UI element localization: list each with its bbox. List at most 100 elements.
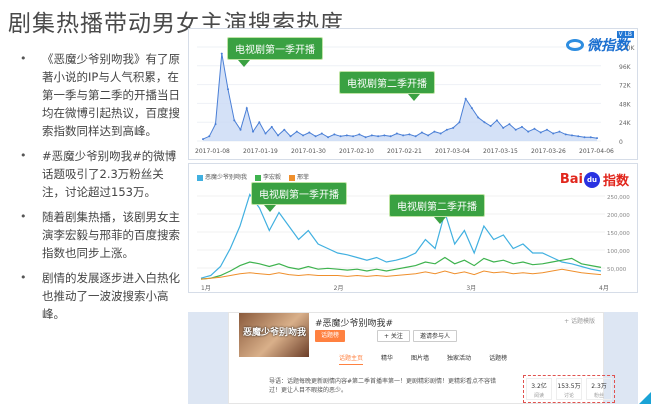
baidu-legend: 恶魔少爷别吻我 李宏毅 邢菲 [197, 172, 309, 181]
weibo-point [414, 135, 417, 138]
topic-stats: 3.2亿 阅读 153.5万 讨论 2.3万 粉丝 [523, 375, 615, 403]
callout-tail [434, 217, 446, 224]
weibo-point [258, 121, 261, 124]
weibo-index-panel: 120K 96K 72K 48K 24K 0 2017-01-08 2017-01-19 20… [188, 28, 638, 160]
weibo-point [477, 116, 480, 119]
follow-button[interactable]: + 关注 [377, 330, 410, 342]
baidu-series-xing-fei [200, 268, 602, 280]
y-tick-label: 24K [619, 120, 632, 127]
x-tick-label: 2月 [334, 285, 344, 292]
x-tick-label: 2017-04-06 [579, 148, 614, 155]
x-tick-label: 3月 [466, 285, 476, 292]
weibo-point [314, 135, 317, 138]
bullet-dot-icon: • [20, 271, 27, 284]
weibo-point [583, 136, 586, 139]
x-tick-label: 2017-03-04 [435, 148, 470, 155]
topic-rank-button[interactable]: 话题榜 [315, 330, 346, 342]
weibo-point [214, 123, 217, 126]
weibo-point [464, 97, 467, 100]
weibo-point [402, 134, 405, 137]
weibo-point [470, 107, 473, 110]
weibo-point [289, 135, 292, 138]
weibo-point [252, 130, 255, 133]
weibo-point [564, 133, 567, 136]
weibo-point [227, 88, 230, 91]
y-tick-label: 0 [619, 139, 623, 146]
x-tick-label: 1月 [201, 285, 211, 292]
x-tick-label: 2017-02-21 [387, 148, 422, 155]
weibo-point [445, 128, 448, 131]
x-tick-label: 4月 [599, 285, 609, 292]
legend-item[interactable]: 李宏毅 [255, 172, 281, 181]
weibo-point [395, 132, 398, 135]
weibo-point [245, 107, 248, 110]
legend-item[interactable]: 恶魔少爷别吻我 [197, 172, 247, 181]
weibo-point [327, 136, 330, 139]
tab-ranking[interactable]: 话题榜 [489, 353, 507, 365]
x-tick-label: 2017-02-10 [339, 148, 374, 155]
stat-reads: 3.2亿 阅读 [526, 378, 552, 400]
weibo-point [308, 131, 311, 134]
topic-intro: 导语：话题每晚更新剧情内容#第二季首播率第一！更剧精彩剧情！更精彩看点不容错过！… [269, 378, 497, 394]
topic-card: 恶魔少爷别吻我 #恶魔少爷别吻我# + 话题模版 话题榜 + 关注 邀请参与人 … [228, 312, 615, 404]
weibo-point [558, 130, 561, 133]
weibo-point [433, 130, 436, 133]
invite-button[interactable]: 邀请参与人 [413, 330, 458, 342]
y-tick-label: 250,000 [607, 195, 630, 201]
weibo-point [389, 135, 392, 138]
x-tick-label: 2017-01-08 [195, 148, 230, 155]
slide-corner-decoration [639, 392, 651, 404]
weibo-point [277, 134, 280, 137]
y-tick-label: 200,000 [607, 213, 630, 219]
weibo-point [527, 130, 530, 133]
weibo-point [320, 132, 323, 135]
topic-poster-image[interactable]: 恶魔少爷别吻我 [239, 313, 309, 357]
weibo-point [208, 135, 211, 138]
x-tick-label: 2017-01-19 [243, 148, 278, 155]
topic-tabs: 话题主页 精华 图片墙 独家活动 话题榜 [339, 353, 507, 365]
baidu-callout-season1: 电视剧第一季开播 [251, 182, 347, 212]
callout-tail [408, 94, 420, 101]
tab-events[interactable]: 独家活动 [447, 353, 471, 365]
bullet-dot-icon: • [20, 52, 27, 65]
legend-swatch [197, 174, 203, 181]
weibo-point [427, 134, 430, 137]
weibo-point [352, 135, 355, 138]
y-tick-label: 100,000 [607, 249, 630, 255]
bullet-dot-icon: • [20, 149, 27, 162]
bullet-item: • #恶魔少爷别吻我#的微博话题吸引了2.3万粉丝关注，讨论超过153万。 [20, 149, 177, 199]
weibo-point [295, 130, 298, 133]
stat-fans: 2.3万 粉丝 [586, 378, 612, 400]
topic-name: #恶魔少爷别吻我# [315, 319, 394, 329]
callout-tail [238, 60, 250, 67]
weibo-point [502, 126, 505, 129]
weibo-point [508, 123, 511, 126]
tab-topic-home[interactable]: 话题主页 [339, 353, 364, 365]
weibo-point [302, 134, 305, 137]
y-tick-label: 48K [619, 101, 632, 108]
legend-item[interactable]: 邢菲 [289, 172, 309, 181]
bullet-item: • 随着剧集热播，该剧男女主演李宏毅与邢菲的百度搜索指数也同步上涨。 [20, 210, 180, 260]
baidu-index-logo: Bai du 指数 [559, 171, 629, 189]
baidu-paw-icon: du [583, 171, 600, 188]
legend-swatch [255, 174, 262, 181]
weibo-point [220, 52, 223, 55]
x-tick-label: 2017-01-30 [291, 148, 326, 155]
weibo-point [520, 125, 523, 128]
tab-highlights[interactable]: 精华 [381, 353, 393, 365]
weibo-point [420, 131, 423, 134]
weibo-point [233, 119, 236, 122]
weibo-point [370, 134, 373, 137]
legend-swatch [289, 174, 296, 181]
weibo-point [270, 125, 273, 128]
tab-photo-wall[interactable]: 图片墙 [411, 353, 429, 365]
weibo-point [495, 119, 498, 122]
weibo-point [570, 134, 573, 137]
bullet-item: • 《恶魔少爷别吻我》有了原著小说的IP与人气积累，在第一季与第二季的开播当日均在… [20, 52, 180, 138]
weibo-point [408, 133, 411, 136]
bullet-item: • 剧情的发展逐步进入白热化也推动了一波波搜索小高峰。 [20, 271, 180, 321]
weibo-point [239, 128, 242, 131]
weibo-point [383, 134, 386, 137]
topic-module-label[interactable]: + 话题模版 [564, 316, 595, 325]
weibo-point [452, 126, 455, 129]
